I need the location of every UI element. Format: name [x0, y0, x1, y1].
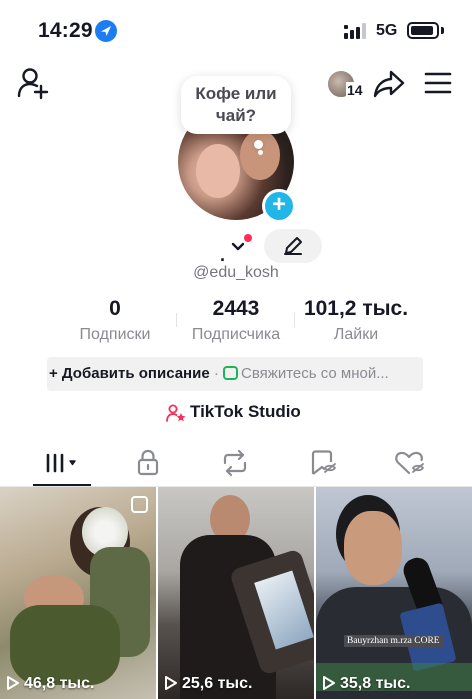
note-bubble-tail: [254, 140, 263, 149]
stat-following[interactable]: 0 Подписки: [60, 297, 170, 344]
video-thumbnail[interactable]: 46,8 тыс.: [0, 487, 156, 699]
video-grid: 46,8 тыс. 25,6 тыс. Bauyrzhan m.rza CORE…: [0, 487, 472, 699]
bio-bar: + Добавить описание · Свяжитесь со мной.…: [47, 357, 423, 391]
stat-divider: [176, 313, 177, 327]
multi-photo-icon: [131, 496, 148, 513]
network-type: 5G: [376, 22, 398, 39]
add-friend-button[interactable]: [16, 66, 52, 100]
tab-saved[interactable]: [302, 444, 342, 482]
stat-followers-label: Подписчика: [191, 326, 281, 343]
studio-user-star-icon: [166, 404, 186, 422]
saved-hidden-icon: [311, 450, 337, 475]
chat-bubble-icon: [223, 366, 239, 380]
play-icon: [7, 676, 19, 690]
stat-following-value: 0: [109, 297, 121, 320]
stat-divider: [294, 313, 295, 327]
stat-followers-value: 2443: [212, 297, 260, 320]
lock-icon: [137, 449, 159, 476]
tiktok-studio-label: TikTok Studio: [190, 402, 301, 421]
tab-liked[interactable]: [389, 444, 429, 482]
status-bar: 14:29 5G: [0, 0, 472, 58]
tab-reposts[interactable]: [215, 444, 255, 482]
view-count-value: 46,8 тыс.: [24, 675, 95, 692]
profile-visitors-button[interactable]: 14: [326, 69, 366, 101]
view-count: 35,8 тыс.: [322, 675, 410, 693]
thumb-figure: [344, 511, 402, 585]
battery-tip: [441, 27, 444, 34]
profile-note-bubble[interactable]: Кофе или чай?: [181, 76, 291, 134]
stat-followers[interactable]: 2443 Подписчика: [180, 297, 292, 344]
play-icon: [165, 676, 177, 690]
tab-private[interactable]: [128, 444, 168, 482]
tab-videos[interactable]: [42, 444, 82, 482]
avatar-photo-face: [240, 130, 280, 180]
video-thumbnail[interactable]: 25,6 тыс.: [158, 487, 314, 699]
edit-profile-button[interactable]: [264, 229, 322, 263]
avatar-photo-face: [196, 144, 240, 198]
view-count-value: 35,8 тыс.: [340, 675, 411, 692]
location-arrow-icon: [95, 20, 117, 42]
visitor-count: 14: [346, 82, 364, 98]
repost-icon: [223, 449, 247, 477]
battery-icon: [407, 22, 439, 39]
video-thumbnail[interactable]: Bauyrzhan m.rza CORE 35,8 тыс.: [316, 487, 472, 699]
view-count-value: 25,6 тыс.: [182, 675, 253, 692]
contact-me-label: Свяжитесь со мной...: [241, 365, 389, 382]
menu-button[interactable]: [424, 70, 452, 96]
view-count: 46,8 тыс.: [6, 675, 94, 693]
stat-likes[interactable]: 101,2 тыс. Лайки: [296, 297, 416, 344]
hamburger-menu-icon: [424, 72, 452, 94]
pencil-icon: [284, 237, 302, 255]
stat-likes-value: 101,2 тыс.: [303, 297, 409, 320]
videos-grid-icon: [46, 453, 76, 473]
stat-following-label: Подписки: [79, 326, 151, 343]
view-count: 25,6 тыс.: [164, 675, 252, 693]
contact-me-button[interactable]: Свяжитесь со мной...: [223, 365, 389, 382]
cellular-signal-icon: [344, 23, 368, 39]
share-profile-button[interactable]: [372, 68, 406, 100]
stat-likes-label: Лайки: [333, 326, 379, 343]
add-user-icon: [17, 68, 49, 100]
add-story-button[interactable]: +: [262, 189, 296, 223]
thumb-figure: [10, 605, 120, 685]
play-icon: [323, 676, 335, 690]
profile-tabs: [0, 444, 472, 486]
video-caption: Bauyrzhan m.rza CORE: [344, 635, 443, 647]
display-name: .: [220, 245, 226, 265]
liked-hidden-icon: [395, 451, 425, 475]
share-icon: [373, 70, 405, 98]
username: @edu_kosh: [193, 264, 279, 281]
bio-separator: ·: [213, 365, 219, 382]
note-bubble-tail-small: [258, 150, 263, 155]
add-description-button[interactable]: + Добавить описание: [49, 365, 210, 382]
status-time: 14:29: [38, 19, 93, 42]
notification-dot: [244, 234, 252, 242]
